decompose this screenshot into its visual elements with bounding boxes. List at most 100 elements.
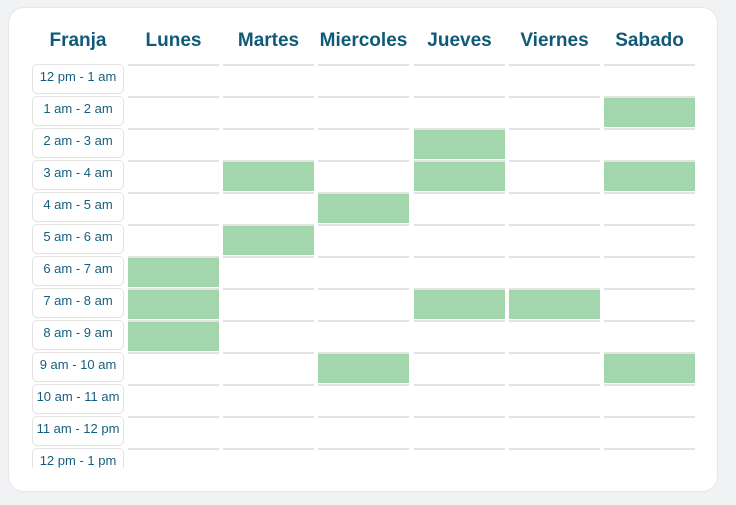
slot-cell-viernes-3[interactable] — [509, 160, 600, 191]
slot-cell-viernes-0[interactable] — [509, 64, 600, 95]
slot-cell-sabado-5[interactable] — [604, 224, 695, 255]
slot-cell-viernes-8[interactable] — [509, 320, 600, 351]
slot-cell-sabado-11[interactable] — [604, 416, 695, 447]
slot-cell-martes-12[interactable] — [223, 448, 314, 468]
slot-label: 12 pm - 1 am — [32, 64, 124, 94]
slot-cell-miercoles-0[interactable] — [318, 64, 409, 95]
header-jueves: Jueves — [427, 30, 492, 51]
slot-cell-martes-6[interactable] — [223, 256, 314, 287]
header-martes: Martes — [237, 30, 300, 51]
slot-label: 7 am - 8 am — [32, 288, 124, 318]
slot-cell-sabado-10[interactable] — [604, 384, 695, 415]
selected-slot-cell-jueves-3[interactable] — [414, 160, 505, 191]
slot-cell-lunes-4[interactable] — [128, 192, 219, 223]
slot-cell-sabado-12[interactable] — [604, 448, 695, 468]
header-viernes: Viernes — [520, 30, 589, 51]
slot-label: 2 am - 3 am — [32, 128, 124, 158]
slot-cell-viernes-9[interactable] — [509, 352, 600, 383]
slot-cell-lunes-5[interactable] — [128, 224, 219, 255]
slot-cell-martes-8[interactable] — [223, 320, 314, 351]
slot-label: 11 am - 12 pm — [32, 416, 124, 446]
slot-label: 1 am - 2 am — [32, 96, 124, 126]
selected-slot-cell-lunes-8[interactable] — [128, 320, 219, 351]
slot-cell-miercoles-1[interactable] — [318, 96, 409, 127]
slot-cell-lunes-11[interactable] — [128, 416, 219, 447]
slot-cell-viernes-2[interactable] — [509, 128, 600, 159]
slot-cell-viernes-11[interactable] — [509, 416, 600, 447]
slot-cell-sabado-7[interactable] — [604, 288, 695, 319]
slot-label: 4 am - 5 am — [32, 192, 124, 222]
slot-cell-miercoles-10[interactable] — [318, 384, 409, 415]
slot-cell-miercoles-7[interactable] — [318, 288, 409, 319]
slot-cell-lunes-12[interactable] — [128, 448, 219, 468]
slot-cell-jueves-11[interactable] — [414, 416, 505, 447]
slot-cell-jueves-6[interactable] — [414, 256, 505, 287]
selected-slot-cell-martes-5[interactable] — [223, 224, 314, 255]
selected-slot-cell-jueves-2[interactable] — [414, 128, 505, 159]
slot-cell-jueves-0[interactable] — [414, 64, 505, 95]
slot-cell-martes-4[interactable] — [223, 192, 314, 223]
slot-label: 8 am - 9 am — [32, 320, 124, 350]
slot-cell-viernes-4[interactable] — [509, 192, 600, 223]
slot-cell-viernes-1[interactable] — [509, 96, 600, 127]
slot-cell-jueves-1[interactable] — [414, 96, 505, 127]
selected-slot-cell-jueves-7[interactable] — [414, 288, 505, 319]
slot-cell-lunes-9[interactable] — [128, 352, 219, 383]
slot-cell-miercoles-3[interactable] — [318, 160, 409, 191]
slot-cell-jueves-4[interactable] — [414, 192, 505, 223]
selected-slot-cell-martes-3[interactable] — [223, 160, 314, 191]
slot-cell-jueves-5[interactable] — [414, 224, 505, 255]
slot-cell-martes-11[interactable] — [223, 416, 314, 447]
header-sabado: Sabado — [615, 30, 684, 51]
slot-cell-sabado-4[interactable] — [604, 192, 695, 223]
selected-slot-cell-sabado-1[interactable] — [604, 96, 695, 127]
slot-cell-martes-10[interactable] — [223, 384, 314, 415]
slot-cell-viernes-10[interactable] — [509, 384, 600, 415]
header-lunes: Lunes — [145, 30, 202, 51]
slot-cell-miercoles-5[interactable] — [318, 224, 409, 255]
schedule-card: Franja Lunes Martes Miercoles Jueves Viernes… — [8, 7, 718, 492]
schedule-grid: 12 pm - 1 am 1 am - 2 am 2 am - 3 am 3 am -… — [9, 64, 717, 468]
slot-cell-miercoles-6[interactable] — [318, 256, 409, 287]
slot-label: 9 am - 10 am — [32, 352, 124, 382]
slot-cell-lunes-2[interactable] — [128, 128, 219, 159]
slot-cell-miercoles-2[interactable] — [318, 128, 409, 159]
slot-cell-miercoles-11[interactable] — [318, 416, 409, 447]
slot-cell-sabado-0[interactable] — [604, 64, 695, 95]
selected-slot-cell-lunes-7[interactable] — [128, 288, 219, 319]
slot-cell-martes-1[interactable] — [223, 96, 314, 127]
slot-cell-sabado-8[interactable] — [604, 320, 695, 351]
slot-label: 12 pm - 1 pm — [32, 448, 124, 468]
slot-cell-martes-9[interactable] — [223, 352, 314, 383]
slot-cell-viernes-5[interactable] — [509, 224, 600, 255]
slot-cell-sabado-2[interactable] — [604, 128, 695, 159]
slot-cell-lunes-10[interactable] — [128, 384, 219, 415]
slot-cell-martes-7[interactable] — [223, 288, 314, 319]
header-miercoles: Miercoles — [319, 30, 408, 51]
slot-cell-lunes-1[interactable] — [128, 96, 219, 127]
slot-cell-jueves-9[interactable] — [414, 352, 505, 383]
slot-cell-martes-0[interactable] — [223, 64, 314, 95]
slot-label: 3 am - 4 am — [32, 160, 124, 190]
selected-slot-cell-miercoles-9[interactable] — [318, 352, 409, 383]
slot-cell-miercoles-12[interactable] — [318, 448, 409, 468]
slot-cell-jueves-12[interactable] — [414, 448, 505, 468]
slot-cell-miercoles-8[interactable] — [318, 320, 409, 351]
slot-cell-lunes-0[interactable] — [128, 64, 219, 95]
slot-cell-viernes-12[interactable] — [509, 448, 600, 468]
selected-slot-cell-viernes-7[interactable] — [509, 288, 600, 319]
slot-cell-viernes-6[interactable] — [509, 256, 600, 287]
selected-slot-cell-lunes-6[interactable] — [128, 256, 219, 287]
selected-slot-cell-sabado-9[interactable] — [604, 352, 695, 383]
slot-cell-martes-2[interactable] — [223, 128, 314, 159]
slot-cell-lunes-3[interactable] — [128, 160, 219, 191]
slot-label: 5 am - 6 am — [32, 224, 124, 254]
slot-cell-jueves-10[interactable] — [414, 384, 505, 415]
header-franja: Franja — [49, 30, 107, 51]
slot-label: 6 am - 7 am — [32, 256, 124, 286]
selected-slot-cell-miercoles-4[interactable] — [318, 192, 409, 223]
slot-cell-sabado-6[interactable] — [604, 256, 695, 287]
selected-slot-cell-sabado-3[interactable] — [604, 160, 695, 191]
slot-label: 10 am - 11 am — [32, 384, 124, 414]
slot-cell-jueves-8[interactable] — [414, 320, 505, 351]
